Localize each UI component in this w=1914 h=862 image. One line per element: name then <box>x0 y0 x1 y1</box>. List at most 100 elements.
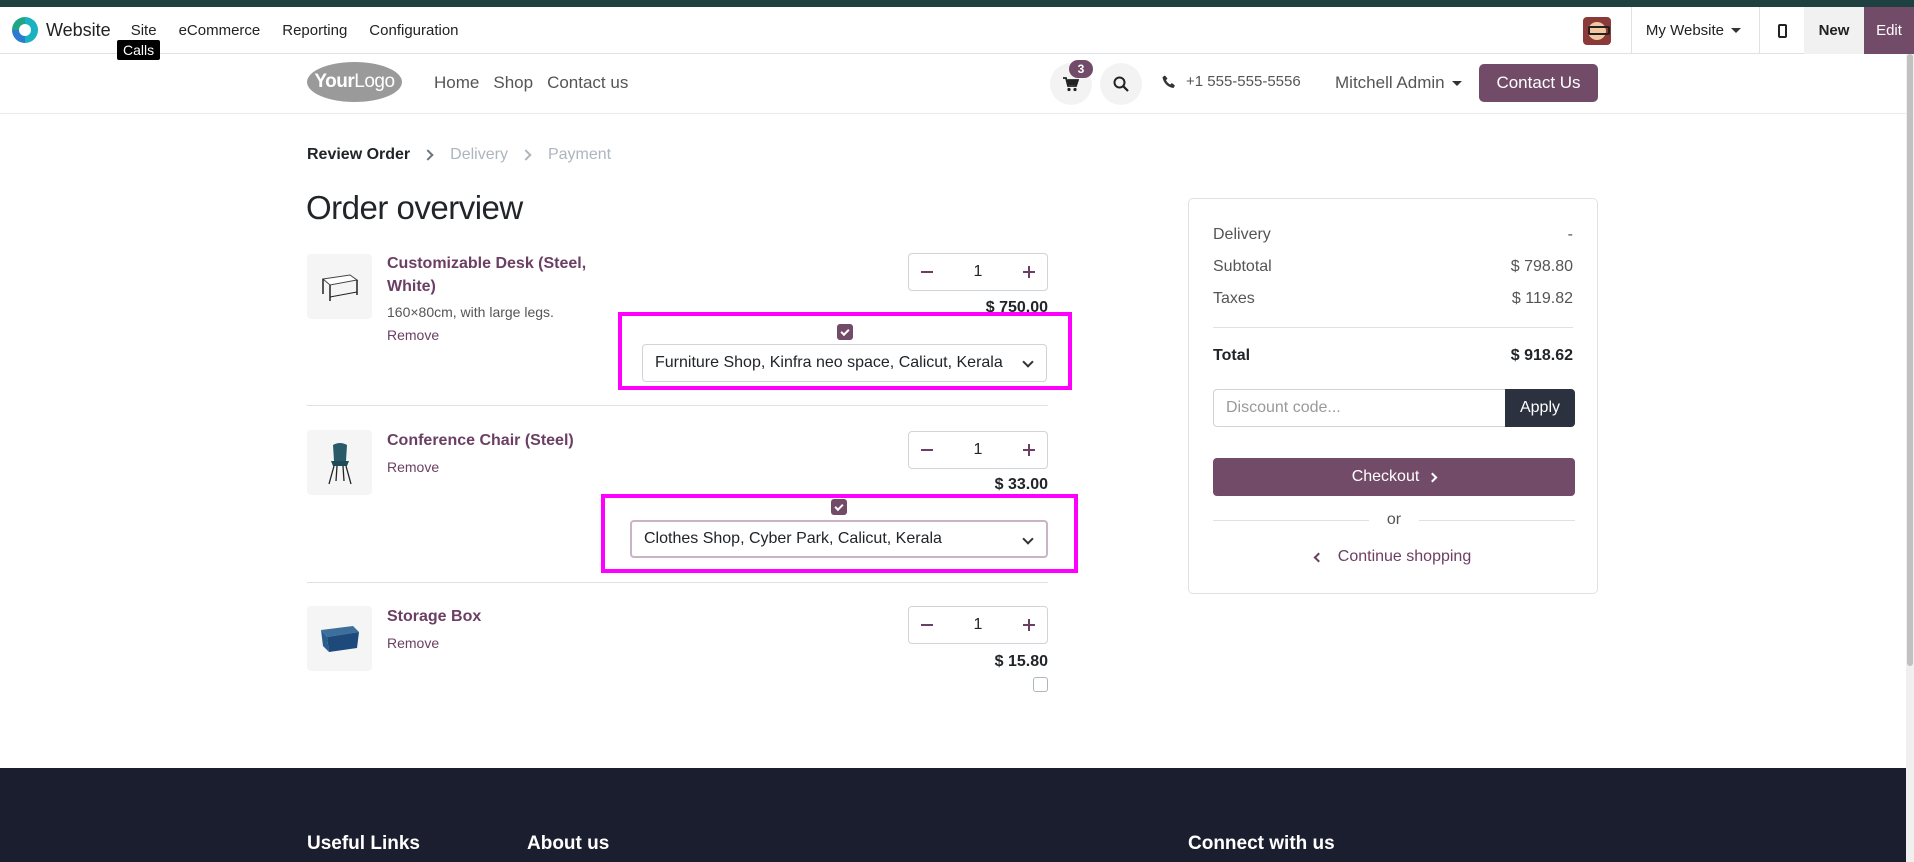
product-image-desk[interactable] <box>307 254 372 319</box>
phone-icon <box>1162 75 1175 88</box>
shop-checkbox[interactable] <box>837 324 853 340</box>
nav-home[interactable]: Home <box>434 73 479 93</box>
menu-ecommerce[interactable]: eCommerce <box>179 22 261 39</box>
quantity-stepper: 1 <box>908 431 1048 469</box>
shop-checkbox[interactable] <box>1033 677 1048 692</box>
divider <box>1213 519 1369 521</box>
user-name: Mitchell Admin <box>1335 73 1445 92</box>
website-selector[interactable]: My Website <box>1632 22 1759 39</box>
caret-down-icon <box>1451 80 1462 86</box>
logo-text-bold: Your <box>314 71 355 92</box>
step-delivery: Delivery <box>450 146 508 163</box>
quantity-stepper: 1 <box>908 606 1048 644</box>
summary-taxes-row: Taxes $ 119.82 <box>1213 290 1573 308</box>
summary-value: $ 798.80 <box>1510 258 1573 275</box>
summary-divider <box>1213 327 1573 328</box>
discount-code-input[interactable]: Discount code... <box>1213 389 1505 427</box>
summary-subtotal-row: Subtotal $ 798.80 <box>1213 258 1573 276</box>
nav-contact-us[interactable]: Contact us <box>547 73 628 93</box>
check-icon <box>840 326 850 336</box>
apply-button[interactable]: Apply <box>1505 389 1575 427</box>
phone-link[interactable]: +1 555-555-5556 <box>1162 73 1301 90</box>
product-image-chair[interactable] <box>307 430 372 495</box>
site-logo[interactable]: Your Logo <box>307 62 402 102</box>
plus-icon[interactable] <box>1023 266 1035 278</box>
footer-useful-links-heading: Useful Links <box>307 833 420 854</box>
divider <box>1419 519 1576 521</box>
product-name-chair[interactable]: Conference Chair (Steel) <box>387 429 574 452</box>
logo-text: Logo <box>354 71 395 92</box>
line-price: $ 33.00 <box>994 476 1048 493</box>
user-menu[interactable]: Mitchell Admin <box>1335 73 1462 93</box>
search-button[interactable] <box>1100 63 1142 105</box>
quantity-value[interactable]: 1 <box>974 263 983 281</box>
shop-select[interactable]: Clothes Shop, Cyber Park, Calicut, Keral… <box>630 520 1048 558</box>
discount-form: Discount code... Apply <box>1213 389 1575 427</box>
shop-select-value: Furniture Shop, Kinfra neo space, Calicu… <box>655 354 1003 371</box>
shop-select[interactable]: Furniture Shop, Kinfra neo space, Calicu… <box>642 344 1047 382</box>
line-divider <box>307 582 1048 583</box>
top-strip <box>0 0 1914 7</box>
mobile-icon <box>1777 23 1787 38</box>
app-brand[interactable]: Website <box>12 17 111 43</box>
summary-label: Subtotal <box>1213 258 1272 275</box>
minus-icon[interactable] <box>921 449 933 451</box>
contact-us-button[interactable]: Contact Us <box>1479 64 1598 102</box>
summary-value: $ 119.82 <box>1511 290 1573 307</box>
remove-link[interactable]: Remove <box>387 459 439 475</box>
product-name-storage-box[interactable]: Storage Box <box>387 605 481 628</box>
or-label: or <box>1386 511 1402 528</box>
minus-icon[interactable] <box>921 624 933 626</box>
phone-number: +1 555-555-5556 <box>1186 73 1301 90</box>
product-name-line: White) <box>387 278 436 295</box>
remove-link[interactable]: Remove <box>387 635 439 651</box>
minus-icon[interactable] <box>921 271 933 273</box>
user-avatar-icon[interactable] <box>1582 16 1611 45</box>
step-review-order: Review Order <box>307 146 411 163</box>
plus-icon[interactable] <box>1023 619 1035 631</box>
remove-link[interactable]: Remove <box>387 327 439 343</box>
product-name-line: Customizable Desk (Steel, <box>387 255 587 272</box>
step-payment: Payment <box>547 146 612 163</box>
line-divider <box>307 405 1048 406</box>
site-header: Your Logo Home Shop Contact us 3 +1 555-5… <box>0 54 1914 114</box>
new-button[interactable]: New <box>1804 7 1864 54</box>
caret-down-icon <box>1731 28 1741 33</box>
line-price: $ 15.80 <box>994 653 1048 670</box>
checkout-label: Checkout <box>1351 468 1420 485</box>
chevron-down-icon <box>1022 533 1034 545</box>
nav-shop[interactable]: Shop <box>493 73 533 93</box>
shop-checkbox[interactable] <box>831 499 847 515</box>
chevron-left-icon <box>1313 552 1324 562</box>
menu-site[interactable]: Site <box>131 22 157 39</box>
quantity-stepper: 1 <box>908 253 1048 291</box>
chevron-right-icon <box>422 149 434 161</box>
page-scrollbar[interactable] <box>1906 54 1914 862</box>
edit-button[interactable]: Edit <box>1864 7 1914 54</box>
product-name-desk[interactable]: Customizable Desk (Steel, White) <box>387 252 586 298</box>
checkout-button[interactable]: Checkout <box>1213 458 1575 496</box>
summary-label: Delivery <box>1213 226 1271 243</box>
quantity-value[interactable]: 1 <box>974 616 983 634</box>
menu-configuration[interactable]: Configuration <box>369 22 458 39</box>
admin-menu: Site eCommerce Reporting Configuration <box>131 22 481 39</box>
or-separator: or <box>1213 511 1576 529</box>
page-title: Order overview <box>306 189 523 226</box>
chevron-right-icon <box>520 149 532 161</box>
site-footer: Useful Links About us Connect with us <box>0 768 1906 862</box>
footer-connect-heading: Connect with us <box>1188 833 1335 854</box>
mobile-preview-button[interactable] <box>1760 23 1804 38</box>
product-name-line: Conference Chair (Steel) <box>387 432 574 449</box>
quantity-value[interactable]: 1 <box>974 441 983 459</box>
product-image-storage-box[interactable] <box>307 606 372 671</box>
continue-shopping-link[interactable]: Continue shopping <box>1189 548 1597 566</box>
website-app-icon <box>12 17 38 43</box>
plus-icon[interactable] <box>1023 444 1035 456</box>
cart-count-badge: 3 <box>1069 60 1093 78</box>
box-icon <box>320 625 359 652</box>
menu-reporting[interactable]: Reporting <box>282 22 347 39</box>
chevron-down-icon <box>1022 356 1034 368</box>
chevron-right-icon <box>1427 472 1438 482</box>
app-name: Website <box>46 19 111 40</box>
scrollbar-thumb[interactable] <box>1907 54 1913 666</box>
